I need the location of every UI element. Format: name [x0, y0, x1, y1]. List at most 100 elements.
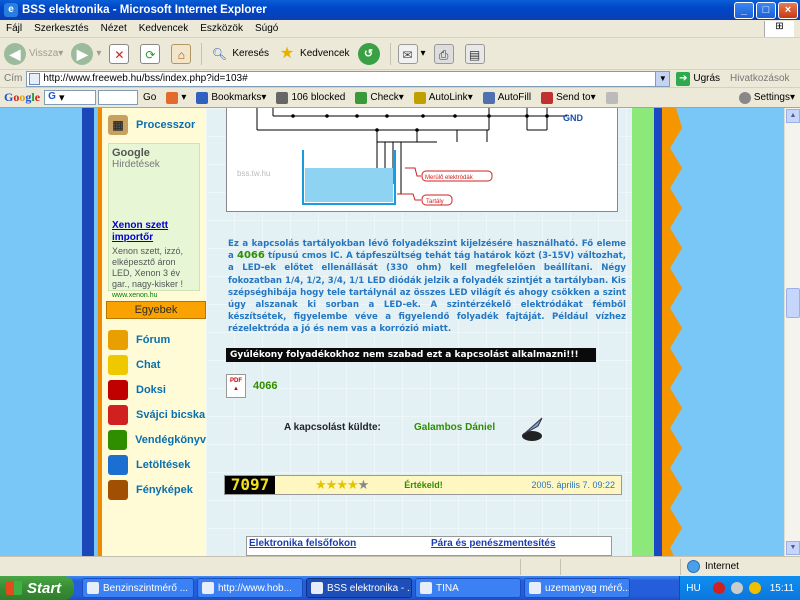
scroll-up-button[interactable]: ▲ — [786, 109, 800, 123]
sidebar-item-5[interactable]: Letöltések — [102, 452, 206, 477]
photo-icon — [108, 479, 128, 500]
autolink-button[interactable]: AutoLink ▾ — [409, 91, 478, 104]
watermark-text: bss.tw.hu — [237, 169, 270, 178]
sidebar-item-label: Chat — [136, 358, 161, 371]
scroll-down-button[interactable]: ▼ — [786, 541, 800, 555]
taskbar-item-uzemanyag[interactable]: uzemanyag mérő... — [524, 578, 630, 598]
standard-toolbar: ◀ Vissza ▾ ▶ ▾ ✕ ⟳ ⌂ 🔍︎ Keresés ★ Kedven… — [0, 38, 800, 70]
history-button[interactable]: ↺ — [354, 40, 387, 68]
address-dropdown-button[interactable]: ▼ — [656, 70, 671, 87]
menu-file[interactable]: Fájl — [0, 23, 28, 34]
bookmarks-button[interactable]: Bookmarks ▾ — [191, 91, 271, 104]
popup-blocked-button[interactable]: 106 blocked — [271, 91, 350, 104]
menu-edit[interactable]: Szerkesztés — [28, 23, 94, 34]
sidebar-list: Fórum Chat Doksi Svájci bicska Vendégkönyv Le… — [102, 327, 206, 502]
ads-header: Google Hirdetések — [112, 147, 160, 170]
taskbar-item-benzin[interactable]: Benzinszintmérő ... — [82, 578, 194, 598]
sidebar-item-processzor[interactable]: ▦ Processzor — [102, 112, 206, 137]
sidebar-item-0[interactable]: Fórum — [102, 327, 206, 352]
star-icon: ★ — [279, 44, 295, 62]
page-icon — [29, 72, 41, 85]
go-button[interactable]: ➔ Ugrás — [676, 71, 720, 86]
sidebar-item-label: Letöltések — [136, 458, 191, 471]
minimize-button[interactable]: _ — [734, 1, 754, 19]
taskbar-item-bss[interactable]: BSS elektronika - ... — [306, 578, 412, 598]
star-icon[interactable]: ★ — [326, 477, 338, 492]
clock: 15:11 — [769, 582, 794, 594]
autofill-button[interactable]: AutoFill — [478, 91, 536, 104]
settings-button[interactable]: Settings ▾ — [734, 91, 800, 104]
ad-url[interactable]: www.xenon.hu — [112, 292, 196, 299]
address-input[interactable]: http://www.freeweb.hu/bss/index.php?id=1… — [26, 70, 657, 87]
google-toolbar: Google G ▾ Go ▾ Bookmarks ▾ 106 blocked Ch… — [0, 88, 800, 108]
refresh-button[interactable]: ⟳ — [136, 40, 167, 68]
star-icon[interactable]: ★ — [358, 477, 370, 492]
circuit-svg: GND bss.tw.hu Merülő elektródák Tartály — [237, 108, 584, 206]
spell-check-button[interactable]: Check ▾ — [350, 91, 408, 104]
security-shield-icon[interactable] — [712, 582, 725, 594]
title-bar: e BSS elektronika - Microsoft Internet E… — [0, 0, 800, 20]
search-button[interactable]: 🔍︎ Keresés — [205, 40, 273, 68]
pdf-download[interactable]: PDF ▲ 4066 — [226, 374, 277, 398]
favorites-button[interactable]: ★ Kedvencek — [273, 40, 353, 68]
menu-tools[interactable]: Eszközök — [194, 23, 249, 34]
menu-bar: Fájl Szerkesztés Nézet Kedvencek Eszközö… — [0, 20, 800, 38]
system-tray: HU 15:11 — [679, 576, 800, 600]
sidebar-item-4[interactable]: Vendégkönyv — [102, 427, 206, 452]
google-search-input[interactable] — [98, 90, 139, 105]
right-orange-zigzag — [662, 108, 682, 556]
print-button[interactable]: ⎙ — [430, 40, 461, 68]
edit-button[interactable]: ▤ — [461, 40, 492, 68]
taskbar-item-hobby[interactable]: http://www.hob... — [197, 578, 303, 598]
send-to-button[interactable]: Send to ▾ — [536, 91, 601, 104]
volume-icon[interactable] — [730, 582, 743, 594]
quill-icon — [522, 417, 543, 441]
status-segment — [520, 558, 560, 575]
home-button[interactable]: ⌂ — [167, 40, 198, 68]
rating-stars[interactable]: ★★★★★ — [315, 477, 370, 493]
links-button[interactable]: Hivatkozások — [730, 73, 789, 84]
close-button[interactable]: × — [778, 1, 798, 19]
maximize-button[interactable]: □ — [756, 1, 776, 19]
pdf-link-label[interactable]: 4066 — [253, 380, 277, 392]
sidebar-item-3[interactable]: Svájci bicska — [102, 402, 206, 427]
sidebar-item-1[interactable]: Chat — [102, 352, 206, 377]
related-link-1[interactable]: Elektronika felsőfokon — [247, 537, 429, 555]
menu-favorites[interactable]: Kedvencek — [133, 23, 194, 34]
sidebar-item-2[interactable]: Doksi — [102, 377, 206, 402]
google-logo[interactable]: Google — [0, 90, 44, 105]
ie-window-icon — [202, 582, 214, 594]
google-go-button[interactable]: Go — [138, 92, 161, 103]
chat-icon — [108, 354, 128, 375]
network-icon[interactable] — [748, 582, 761, 594]
ad-title-link[interactable]: Xenon szett importőr — [112, 220, 196, 244]
menu-view[interactable]: Nézet — [95, 23, 133, 34]
google-options-button[interactable]: ▾ — [161, 91, 191, 104]
menu-help[interactable]: Súgó — [249, 23, 284, 34]
back-button[interactable]: ◀ Vissza ▾ — [0, 40, 67, 68]
language-indicator[interactable]: HU — [686, 583, 700, 594]
sidebar-item-6[interactable]: Fényképek — [102, 477, 206, 502]
download-icon — [108, 454, 128, 475]
star-icon[interactable]: ★ — [315, 477, 327, 492]
description-text: Ez a kapcsolás tartályokban lévő folyadé… — [228, 239, 627, 335]
taskbar-item-tina[interactable]: TINA — [415, 578, 521, 598]
start-button[interactable]: Start — [0, 576, 74, 600]
mail-button[interactable]: ✉ ▾ — [394, 40, 430, 68]
related-link-2[interactable]: Pára és penészmentesítés — [429, 537, 611, 555]
address-bar: Cím http://www.freeweb.hu/bss/index.php?… — [0, 70, 800, 88]
ie-window-icon — [311, 582, 323, 594]
bookmark-star-icon — [196, 91, 209, 104]
left-decoration-strip — [82, 108, 94, 556]
vertical-scrollbar[interactable]: ▲ ▼ — [784, 108, 800, 556]
search-icon: 🔍︎ — [211, 46, 227, 61]
star-icon[interactable]: ★ — [336, 477, 348, 492]
star-icon[interactable]: ★ — [347, 477, 359, 492]
google-search-dropdown[interactable]: G ▾ — [44, 90, 97, 105]
highlight-button[interactable] — [601, 91, 626, 104]
scroll-thumb[interactable] — [786, 288, 800, 318]
stop-button[interactable]: ✕ — [105, 40, 136, 68]
forward-button[interactable]: ▶ ▾ — [67, 40, 105, 68]
rate-link[interactable]: Értékeld! — [404, 480, 443, 490]
printer-icon: ⎙ — [433, 43, 454, 64]
